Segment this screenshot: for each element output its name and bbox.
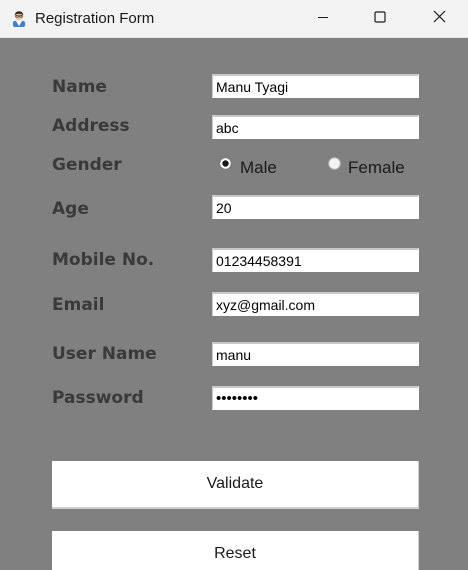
reset-button[interactable]: Reset <box>52 531 419 570</box>
maximize-button[interactable] <box>357 0 403 37</box>
window-title: Registration Form <box>35 10 155 27</box>
male-radio[interactable] <box>219 157 232 170</box>
validate-button[interactable]: Validate <box>52 461 419 509</box>
name-label: Name <box>52 77 107 97</box>
close-button[interactable] <box>416 0 462 37</box>
username-label: User Name <box>52 344 157 364</box>
male-radio-label[interactable]: Male <box>240 158 277 178</box>
address-field[interactable]: abc <box>212 115 419 139</box>
mobile-field[interactable]: 01234458391 <box>212 248 419 272</box>
username-field[interactable]: manu <box>212 342 419 366</box>
password-field[interactable]: •••••••• <box>212 386 419 410</box>
female-radio[interactable] <box>328 157 341 170</box>
password-label: Password <box>52 388 144 408</box>
maximize-icon <box>374 10 386 28</box>
address-label: Address <box>52 116 130 136</box>
gender-label: Gender <box>52 155 122 175</box>
email-field[interactable]: xyz@gmail.com <box>212 292 419 316</box>
name-field[interactable]: Manu Tyagi <box>212 74 419 98</box>
user-avatar-icon <box>10 9 28 27</box>
minimize-button[interactable] <box>300 0 346 37</box>
mobile-label: Mobile No. <box>52 250 155 270</box>
female-radio-label[interactable]: Female <box>348 158 405 178</box>
registration-window: Registration Form Name Manu Tyagi Addres… <box>0 0 468 570</box>
age-label: Age <box>52 199 89 219</box>
title-bar[interactable]: Registration Form <box>0 0 468 38</box>
age-field[interactable]: 20 <box>212 195 419 219</box>
email-label: Email <box>52 295 105 315</box>
close-icon <box>433 10 446 28</box>
minimize-icon <box>317 10 329 28</box>
